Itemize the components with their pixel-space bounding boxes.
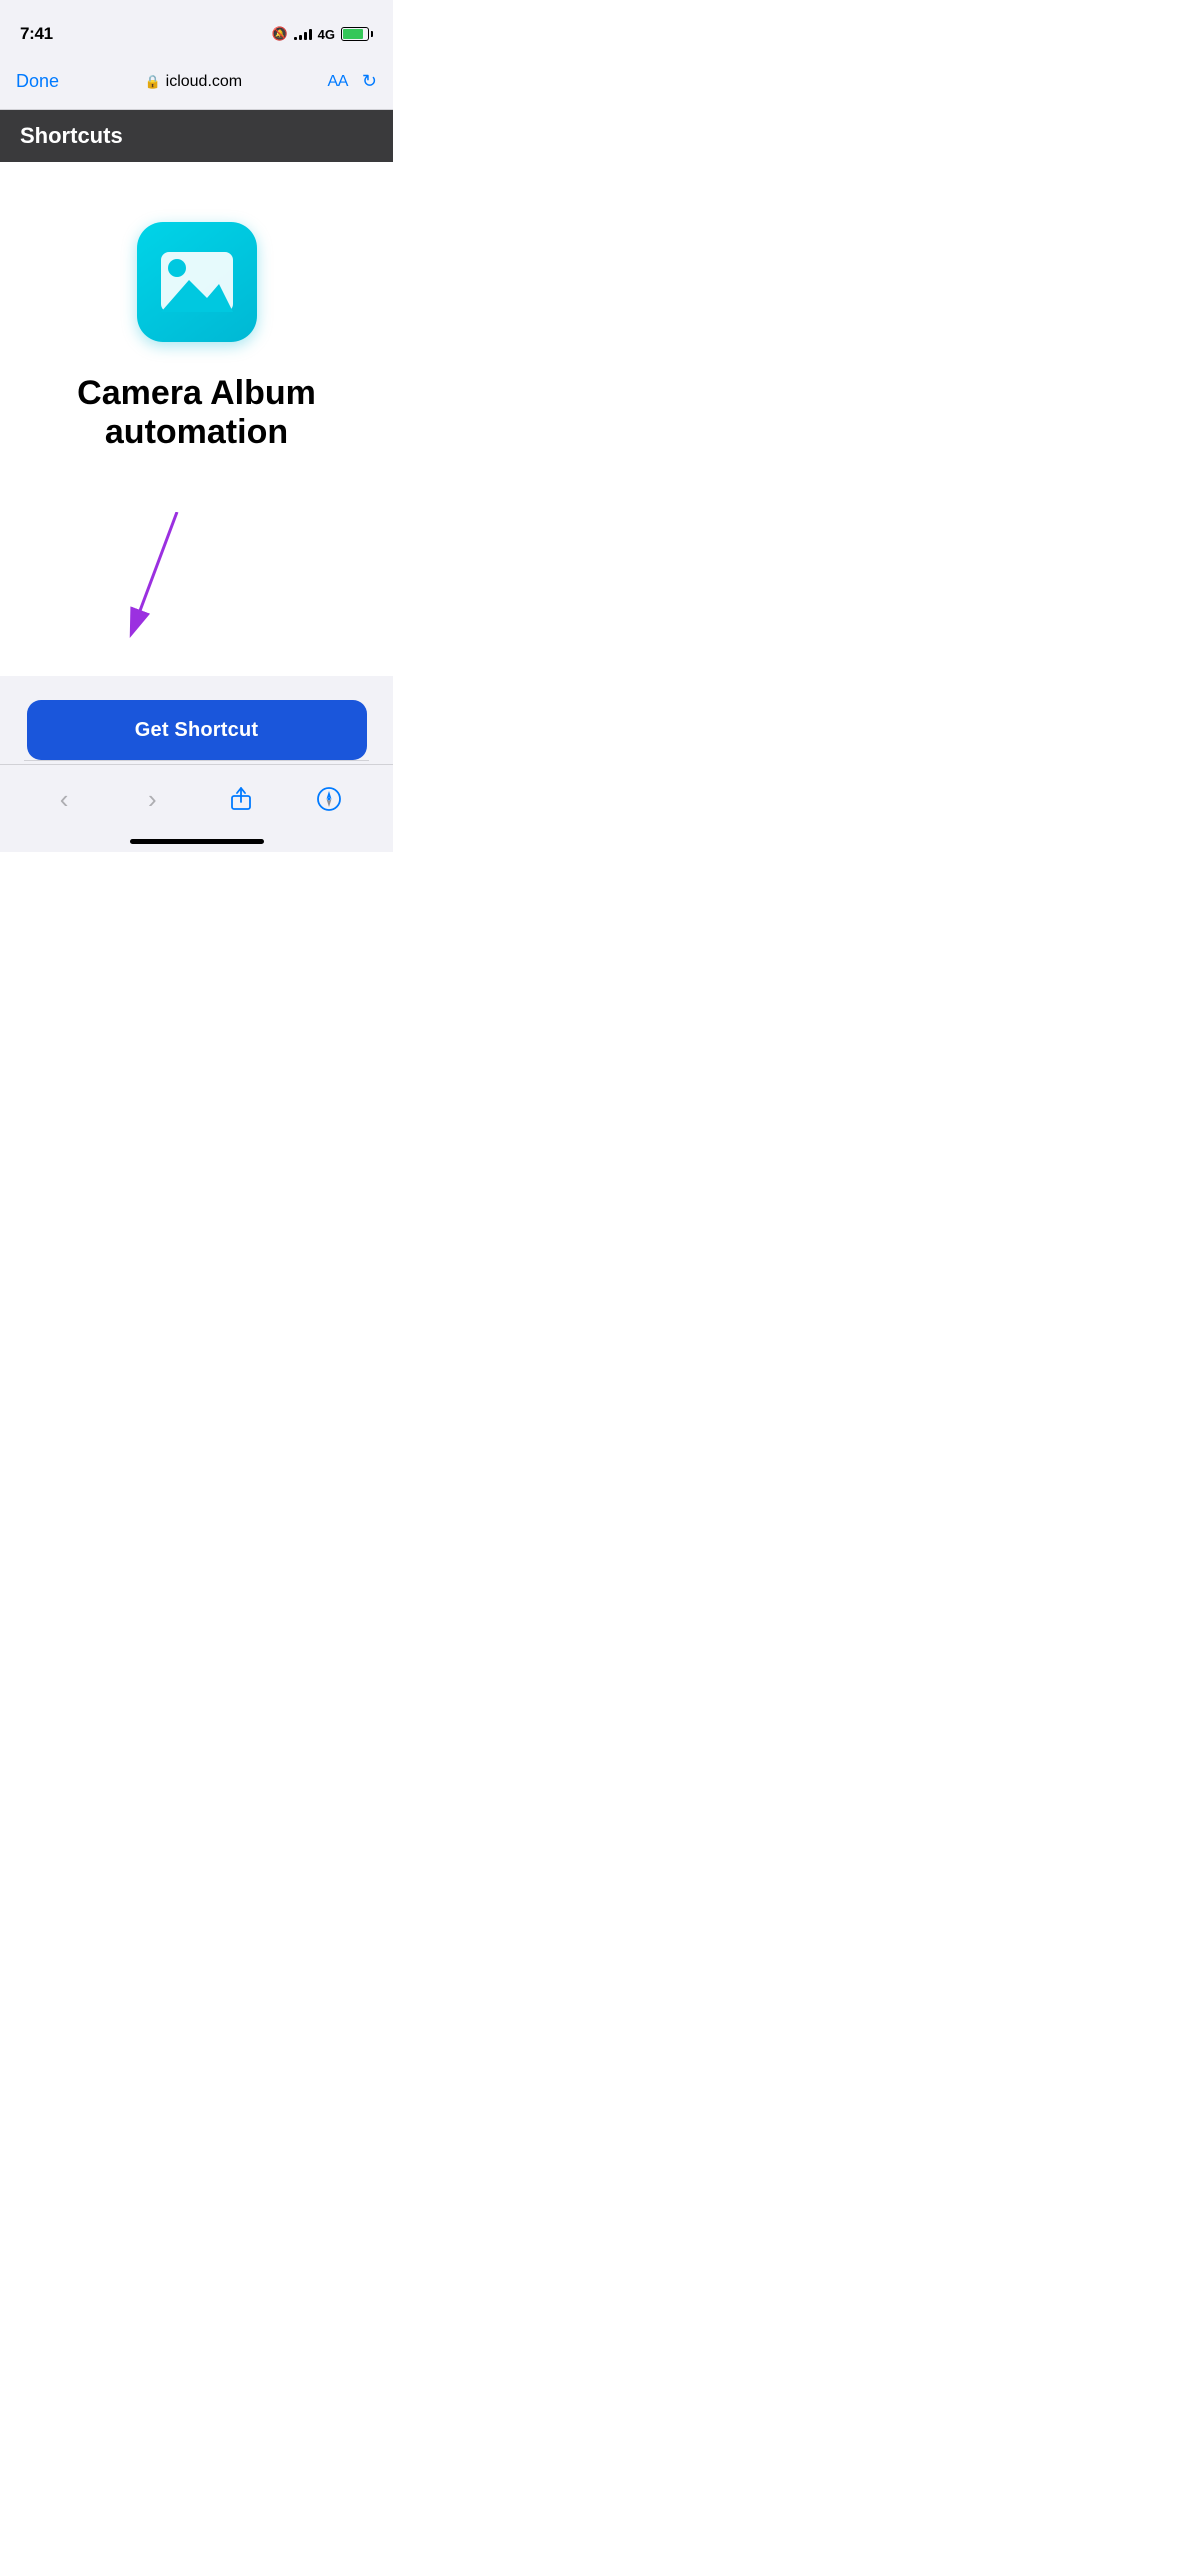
back-button[interactable]: ‹ [44, 779, 84, 819]
shortcuts-title: Shortcuts [20, 123, 123, 149]
button-footer-area: Get Shortcut Copyright © 2024 Apple Inc.… [0, 676, 393, 764]
get-shortcut-label: Get Shortcut [135, 719, 259, 742]
forward-icon: › [148, 784, 157, 815]
lock-icon: 🔒 [144, 74, 160, 90]
reload-button[interactable]: ↻ [362, 71, 377, 92]
network-indicator: 4G [318, 27, 335, 42]
done-button[interactable]: Done [16, 71, 59, 92]
status-bar: 7:41 🔕 4G [0, 0, 393, 54]
share-button[interactable] [221, 779, 261, 819]
status-time: 7:41 [20, 24, 53, 44]
url-bar[interactable]: 🔒 icloud.com [144, 73, 242, 91]
browser-controls: AA ↻ [328, 71, 377, 92]
url-text: icloud.com [166, 73, 242, 91]
mute-icon: 🔕 [271, 26, 287, 42]
middle-section: Camera Album automation [0, 162, 393, 676]
shortcut-name: Camera Album automation [24, 374, 369, 452]
back-icon: ‹ [60, 784, 69, 815]
arrow-indicator [24, 512, 369, 652]
get-shortcut-button[interactable]: Get Shortcut [27, 700, 367, 760]
compass-icon [316, 786, 342, 812]
aa-button[interactable]: AA [328, 73, 348, 91]
signal-icon [294, 28, 312, 40]
photo-svg-icon [161, 252, 233, 312]
home-indicator [130, 839, 264, 844]
battery-icon [341, 27, 373, 41]
status-icons: 🔕 4G [271, 26, 373, 42]
shortcut-icon [137, 222, 257, 342]
arrow-svg [117, 512, 197, 642]
compass-button[interactable] [309, 779, 349, 819]
forward-button[interactable]: › [132, 779, 172, 819]
shortcuts-header: Shortcuts [0, 110, 393, 162]
content-area: Camera Album automation Get Shortcut [0, 162, 393, 764]
share-icon [228, 786, 254, 812]
browser-bar: Done 🔒 icloud.com AA ↻ [0, 54, 393, 110]
